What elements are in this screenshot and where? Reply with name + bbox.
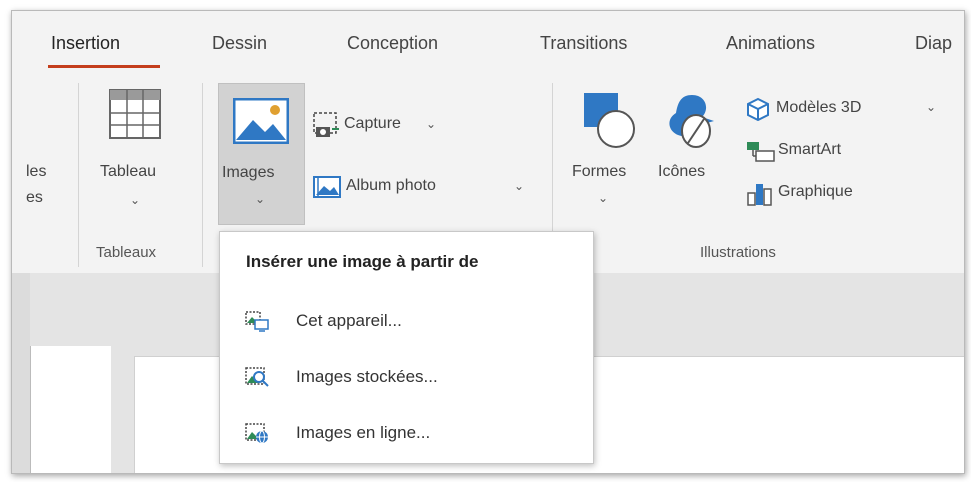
icones-button[interactable]: Icônes <box>652 83 732 233</box>
cube-3d-icon <box>747 97 769 121</box>
group-label-illustrations: Illustrations <box>700 244 776 261</box>
table-icon <box>109 89 161 139</box>
modeles-3d-button[interactable]: Modèles 3D ⌄ <box>746 95 946 125</box>
picture-icon <box>233 98 289 144</box>
modeles-3d-label: Modèles 3D <box>776 99 862 116</box>
chevron-down-icon: ⌄ <box>514 179 525 193</box>
capture-button[interactable]: Capture ⌄ <box>312 109 462 143</box>
online-images-icon <box>245 423 268 444</box>
images-label: Images <box>222 164 275 181</box>
graphique-label: Graphique <box>778 183 853 200</box>
device-image-icon <box>245 311 269 332</box>
chevron-down-icon: ⌄ <box>255 192 266 206</box>
menu-item-label: Images stockées... <box>296 367 438 386</box>
tab-transitions[interactable]: Transitions <box>540 33 627 54</box>
menu-item-cet-appareil[interactable]: Cet appareil... <box>220 300 593 344</box>
tab-insertion[interactable]: Insertion <box>51 33 120 54</box>
cut-group-label-top: les <box>26 163 47 180</box>
slide-thumbnail[interactable] <box>30 346 111 473</box>
menu-item-images-en-ligne[interactable]: Images en ligne... <box>220 412 593 456</box>
tableau-button[interactable]: Tableau ⌄ <box>92 83 192 233</box>
tab-diaporama[interactable]: Diap <box>915 33 952 54</box>
tab-animations[interactable]: Animations <box>726 33 815 54</box>
smartart-button[interactable]: SmartArt <box>746 137 896 167</box>
smartart-label: SmartArt <box>778 141 842 158</box>
group-separator <box>202 83 203 267</box>
graphique-button[interactable]: Graphique <box>746 179 896 209</box>
active-tab-indicator <box>48 65 160 68</box>
album-photo-label: Album photo <box>346 177 436 194</box>
bar-chart-icon <box>747 184 772 206</box>
insert-image-dropdown: Insérer une image à partir de Cet appare… <box>219 231 594 464</box>
tableau-label: Tableau <box>100 163 157 180</box>
menu-item-label: Cet appareil... <box>296 311 402 330</box>
formes-button[interactable]: Formes ⌄ <box>566 83 646 233</box>
chevron-down-icon: ⌄ <box>426 117 437 131</box>
chevron-down-icon: ⌄ <box>926 100 937 114</box>
stock-images-icon <box>245 367 269 387</box>
album-photo-button[interactable]: Album photo ⌄ <box>312 171 532 205</box>
menu-item-images-stockees[interactable]: Images stockées... <box>220 356 593 400</box>
ribbon-tab-bar: Insertion Dessin Conception Transitions … <box>12 11 964 68</box>
formes-label: Formes <box>572 163 627 180</box>
screenshot-icon <box>313 112 339 137</box>
menu-item-label: Images en ligne... <box>296 423 431 442</box>
chevron-down-icon: ⌄ <box>598 191 609 205</box>
photo-album-icon <box>313 176 341 198</box>
group-separator <box>78 83 79 267</box>
shapes-icon <box>584 93 635 148</box>
thumbnail-pane-edge <box>12 273 30 473</box>
icones-label: Icônes <box>658 163 706 180</box>
chevron-down-icon: ⌄ <box>130 193 141 207</box>
tab-conception[interactable]: Conception <box>347 33 438 54</box>
smartart-icon <box>747 142 775 162</box>
images-button[interactable]: Images ⌄ <box>218 83 305 225</box>
bird-leaf-icon <box>669 95 714 148</box>
cut-group-label-bottom: es <box>26 189 43 206</box>
dropdown-title: Insérer une image à partir de <box>246 252 479 271</box>
group-label-tableaux: Tableaux <box>96 244 157 261</box>
capture-label: Capture <box>344 115 401 132</box>
tab-dessin[interactable]: Dessin <box>212 33 267 54</box>
